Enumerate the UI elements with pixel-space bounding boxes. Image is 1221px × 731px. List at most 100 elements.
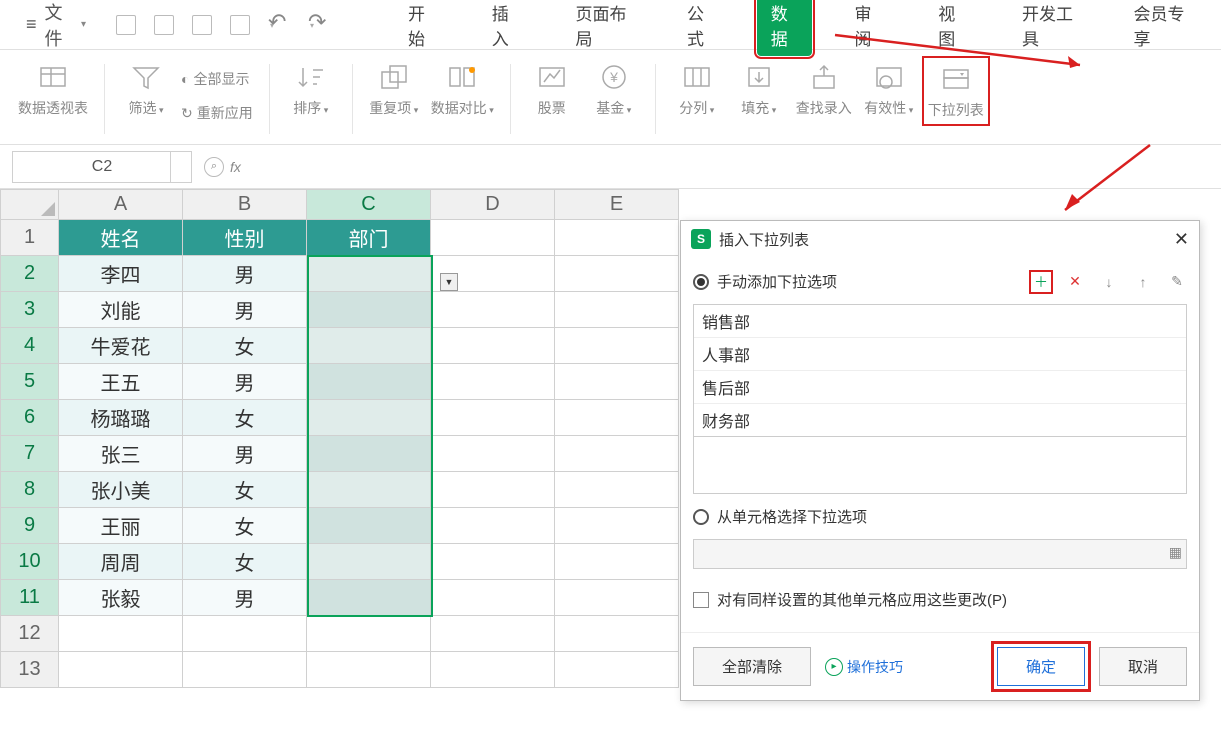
cell-A7[interactable]: 张三: [59, 436, 183, 472]
filter-button[interactable]: 筛选: [121, 60, 171, 118]
tab-review[interactable]: 审阅: [840, 0, 896, 56]
funds-button[interactable]: ¥ 基金: [589, 60, 639, 118]
cell-C10[interactable]: [307, 544, 431, 580]
cell-C1[interactable]: 部门: [307, 220, 431, 256]
cell-A1[interactable]: 姓名: [59, 220, 183, 256]
cell-E12[interactable]: [555, 616, 679, 652]
reapply-button[interactable]: ↻重新应用: [181, 100, 253, 126]
name-box[interactable]: C2: [12, 151, 192, 183]
tab-view[interactable]: 视图: [924, 0, 980, 56]
qat-print-icon[interactable]: [192, 15, 212, 35]
row-header[interactable]: 3: [1, 292, 59, 328]
cell-D4[interactable]: [431, 328, 555, 364]
tab-data[interactable]: 数据: [757, 0, 813, 56]
cell-D11[interactable]: [431, 580, 555, 616]
cell-range-input[interactable]: [693, 539, 1187, 569]
find-entry-button[interactable]: 查找录入: [796, 60, 852, 118]
col-header-C[interactable]: C: [307, 190, 431, 220]
cell-A11[interactable]: 张毅: [59, 580, 183, 616]
cell-B6[interactable]: 女: [183, 400, 307, 436]
row-header[interactable]: 9: [1, 508, 59, 544]
cell-A8[interactable]: 张小美: [59, 472, 183, 508]
cell-A10[interactable]: 周周: [59, 544, 183, 580]
row-header[interactable]: 2: [1, 256, 59, 292]
formula-input[interactable]: [253, 151, 1209, 183]
cell-D10[interactable]: [431, 544, 555, 580]
cell-D8[interactable]: [431, 472, 555, 508]
cell-B9[interactable]: 女: [183, 508, 307, 544]
cell-D7[interactable]: [431, 436, 555, 472]
edit-option-icon[interactable]: ✎: [1167, 272, 1187, 292]
add-option-icon[interactable]: ＋: [1031, 272, 1051, 292]
cell-B4[interactable]: 女: [183, 328, 307, 364]
clear-all-button[interactable]: 全部清除: [693, 647, 811, 686]
cell-C4[interactable]: [307, 328, 431, 364]
cell-E2[interactable]: [555, 256, 679, 292]
manual-radio[interactable]: [693, 274, 709, 290]
cell-C9[interactable]: [307, 508, 431, 544]
sort-button[interactable]: 排序: [286, 60, 336, 118]
from-cells-radio[interactable]: [693, 509, 709, 525]
apply-same-checkbox[interactable]: [693, 592, 709, 608]
cell-B1[interactable]: 性别: [183, 220, 307, 256]
cell-B3[interactable]: 男: [183, 292, 307, 328]
row-header[interactable]: 7: [1, 436, 59, 472]
cell-D9[interactable]: [431, 508, 555, 544]
cell-A4[interactable]: 牛爱花: [59, 328, 183, 364]
cell-B8[interactable]: 女: [183, 472, 307, 508]
cell-C5[interactable]: [307, 364, 431, 400]
tab-insert[interactable]: 插入: [478, 0, 534, 56]
col-header-D[interactable]: D: [431, 190, 555, 220]
row-header[interactable]: 6: [1, 400, 59, 436]
dropdown-list-button[interactable]: 下拉列表: [926, 60, 986, 122]
cell-D6[interactable]: [431, 400, 555, 436]
option-item[interactable]: 售后部: [694, 371, 1186, 404]
cell-B11[interactable]: 男: [183, 580, 307, 616]
option-item[interactable]: 人事部: [694, 338, 1186, 371]
duplicates-button[interactable]: 重复项: [369, 60, 419, 118]
cell-B13[interactable]: [183, 652, 307, 688]
qat-new-icon[interactable]: [116, 15, 136, 35]
ok-button[interactable]: 确定: [997, 647, 1085, 686]
cell-E10[interactable]: [555, 544, 679, 580]
cell-B7[interactable]: 男: [183, 436, 307, 472]
tips-link[interactable]: 操作技巧: [825, 657, 903, 677]
move-up-icon[interactable]: ↑: [1133, 272, 1153, 292]
tab-vip[interactable]: 会员专享: [1119, 0, 1203, 56]
from-cells-radio-row[interactable]: 从单元格选择下拉选项: [693, 498, 1187, 535]
cell-C11[interactable]: [307, 580, 431, 616]
cell-A6[interactable]: 杨璐璐: [59, 400, 183, 436]
fx-button[interactable]: ⌕ fx: [204, 157, 241, 177]
cell-E6[interactable]: [555, 400, 679, 436]
apply-same-checkbox-row[interactable]: 对有同样设置的其他单元格应用这些更改(P): [693, 579, 1187, 620]
validation-button[interactable]: 有效性: [864, 60, 914, 118]
col-header-E[interactable]: E: [555, 190, 679, 220]
cell-E3[interactable]: [555, 292, 679, 328]
option-item[interactable]: 销售部: [694, 305, 1186, 338]
column-headers[interactable]: A B C D E: [1, 190, 679, 220]
row-header[interactable]: 8: [1, 472, 59, 508]
cell-E5[interactable]: [555, 364, 679, 400]
cell-E9[interactable]: [555, 508, 679, 544]
row-header[interactable]: 10: [1, 544, 59, 580]
cell-A9[interactable]: 王丽: [59, 508, 183, 544]
cell-D13[interactable]: [431, 652, 555, 688]
row-header[interactable]: 11: [1, 580, 59, 616]
row-header[interactable]: 5: [1, 364, 59, 400]
pivot-table-button[interactable]: 数据透视表: [18, 60, 88, 118]
cell-A5[interactable]: 王五: [59, 364, 183, 400]
options-list[interactable]: 销售部 人事部 售后部 财务部: [693, 304, 1187, 494]
dialog-titlebar[interactable]: S 插入下拉列表 ✕: [681, 221, 1199, 257]
select-all-corner[interactable]: [1, 190, 59, 220]
cell-D3[interactable]: [431, 292, 555, 328]
tab-home[interactable]: 开始: [394, 0, 450, 56]
col-header-B[interactable]: B: [183, 190, 307, 220]
col-header-A[interactable]: A: [59, 190, 183, 220]
grid[interactable]: A B C D E 1姓名性别部门2李四男3刘能男4牛爱花女5王五男6杨璐璐女7…: [0, 189, 679, 688]
cell-E13[interactable]: [555, 652, 679, 688]
row-header[interactable]: 4: [1, 328, 59, 364]
cell-E11[interactable]: [555, 580, 679, 616]
compare-button[interactable]: 数据对比: [431, 60, 494, 118]
cell-E4[interactable]: [555, 328, 679, 364]
move-down-icon[interactable]: ↓: [1099, 272, 1119, 292]
